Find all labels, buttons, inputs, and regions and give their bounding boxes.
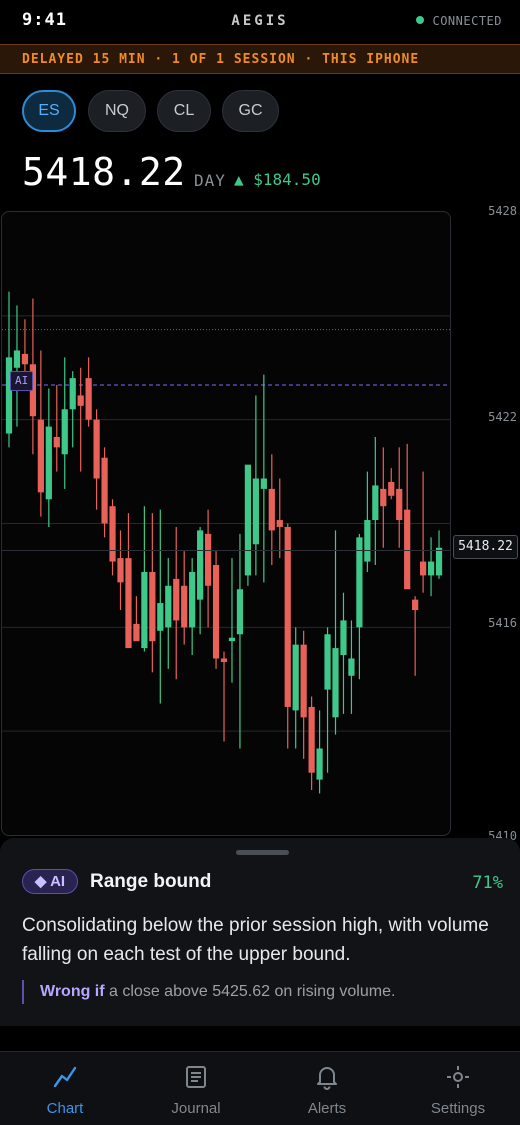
- tab-journal-label: Journal: [171, 1100, 221, 1117]
- candle-down: [173, 578, 180, 621]
- candlestick-chart[interactable]: [2, 212, 450, 835]
- candle-down: [220, 658, 228, 662]
- candle-up: [372, 485, 379, 521]
- journal-icon: [186, 1066, 206, 1088]
- candle-down: [53, 436, 60, 448]
- symbol-chip-es[interactable]: ES: [22, 90, 76, 132]
- tab-chart[interactable]: Chart: [0, 1064, 130, 1117]
- delay-banner-text: DELAYED 15 MIN · 1 OF 1 SESSION · THIS I…: [22, 52, 420, 67]
- candle-up: [69, 378, 76, 410]
- candle-up: [435, 547, 443, 576]
- tab-chart-label: Chart: [46, 1100, 84, 1117]
- chart-line-icon: [53, 1066, 77, 1088]
- candle-up: [61, 409, 68, 455]
- candle-down: [133, 623, 140, 642]
- candle-down: [380, 488, 387, 507]
- candle-up: [364, 520, 371, 562]
- candle-up: [197, 530, 204, 600]
- sheet-drag-handle[interactable]: [236, 850, 289, 855]
- candle-down: [420, 561, 427, 576]
- candle-down: [93, 419, 100, 479]
- candle-down: [149, 571, 156, 642]
- candle-down: [85, 378, 92, 420]
- candle-up: [236, 589, 244, 635]
- bell-icon: [317, 1067, 337, 1090]
- candle-down: [412, 599, 419, 611]
- settings-icon: [447, 1066, 469, 1088]
- candle-up: [316, 748, 323, 780]
- candle-up: [228, 637, 236, 642]
- candle-down: [125, 558, 132, 649]
- connection-status: CONNECTED: [416, 14, 502, 28]
- tab-alerts-label: Alerts: [307, 1100, 347, 1117]
- signal-title: Range bound: [90, 871, 212, 892]
- candle-up: [13, 350, 21, 368]
- candle-down: [204, 533, 212, 586]
- candle-down: [284, 526, 291, 707]
- invalidation-prefix: Wrong if: [40, 983, 105, 1000]
- candle-down: [101, 457, 108, 524]
- connection-label: CONNECTED: [432, 14, 502, 28]
- candle-down: [268, 488, 275, 531]
- candle-up: [427, 561, 435, 576]
- candle-down: [21, 353, 29, 365]
- candle-down: [181, 585, 188, 628]
- confidence-value: 71%: [472, 873, 503, 893]
- symbol-chip-gc[interactable]: GC: [222, 90, 279, 132]
- candle-down: [388, 481, 395, 496]
- candle-down: [109, 506, 116, 562]
- candle-down: [404, 509, 411, 590]
- day-change: ▲ $184.50: [234, 170, 321, 189]
- candle-down: [300, 644, 307, 718]
- symbol-chip-cl[interactable]: CL: [157, 90, 211, 132]
- candle-down: [308, 706, 315, 773]
- candle-up: [348, 658, 355, 676]
- candle-up: [45, 426, 52, 500]
- tab-alerts[interactable]: Alerts: [262, 1064, 392, 1117]
- candle-up: [324, 634, 331, 690]
- candle-down: [212, 565, 220, 659]
- candle-up: [141, 571, 148, 649]
- ai-badge: ◆ AI: [22, 869, 78, 894]
- candle-up: [332, 648, 339, 718]
- candle-up: [340, 620, 347, 656]
- invalidation-note: Wrong if a close above 5425.62 on rising…: [22, 980, 395, 1004]
- tab-journal[interactable]: Journal: [131, 1064, 261, 1117]
- candle-down: [77, 395, 84, 406]
- price-chart[interactable]: [1, 211, 451, 836]
- last-price-tag: 5418.22: [453, 535, 518, 559]
- period-label: DAY: [194, 171, 226, 190]
- y-axis-label: 5428: [488, 204, 517, 218]
- ai-level-marker[interactable]: AI: [10, 371, 34, 391]
- candle-up: [292, 644, 299, 711]
- candle-down: [276, 520, 283, 527]
- candle-up: [5, 357, 13, 434]
- y-axis-label: 5416: [488, 616, 517, 630]
- invalidation-text: a close above 5425.62 on rising volume.: [104, 983, 396, 1000]
- candle-down: [117, 558, 124, 583]
- last-price: 5418.22: [22, 150, 186, 194]
- analysis-summary: Consolidating below the prior session hi…: [22, 915, 489, 965]
- candle-up: [252, 478, 259, 545]
- tab-settings-label: Settings: [430, 1100, 486, 1117]
- tab-settings[interactable]: Settings: [393, 1064, 520, 1117]
- candle-up: [189, 571, 196, 628]
- candle-up: [244, 464, 252, 576]
- candle-down: [396, 488, 403, 521]
- y-axis-label: 5422: [488, 410, 517, 424]
- candle-up: [260, 478, 267, 489]
- candle-down: [37, 419, 44, 493]
- connection-dot-icon: [416, 16, 425, 24]
- symbol-chip-nq[interactable]: NQ: [88, 90, 146, 132]
- delay-banner: DELAYED 15 MIN · 1 OF 1 SESSION · THIS I…: [0, 44, 520, 74]
- candle-up: [165, 585, 172, 628]
- candle-up: [157, 603, 164, 631]
